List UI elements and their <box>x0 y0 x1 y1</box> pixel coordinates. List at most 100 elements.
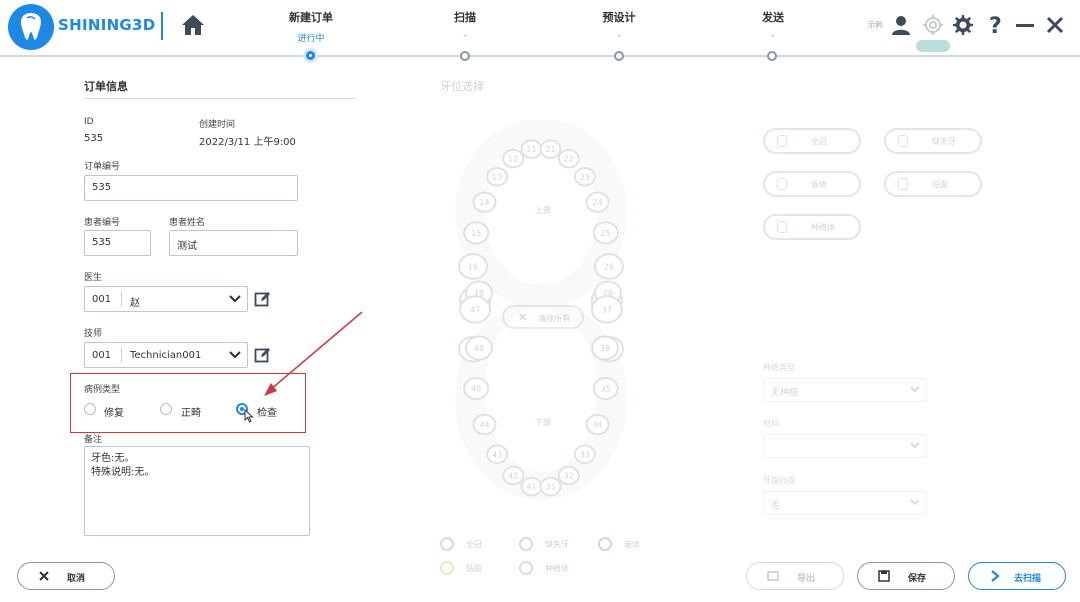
lower-tooth[interactable]: 45 <box>463 376 490 401</box>
lower-tooth[interactable]: 47 <box>459 295 492 324</box>
upper-tooth[interactable]: 24 <box>585 191 610 213</box>
lower-tooth[interactable]: 33 <box>573 444 596 465</box>
tooth-number: 16 <box>468 262 478 271</box>
cancel-button[interactable]: 取消 <box>17 562 115 590</box>
legend-swatch <box>440 537 454 551</box>
lower-tooth[interactable]: 44 <box>472 413 497 436</box>
tooth-number: 13 <box>492 173 502 182</box>
technician-select[interactable]: 001 Technician001 <box>84 342 248 368</box>
export-button[interactable]: 导出 <box>746 562 844 590</box>
select-divider <box>121 347 122 363</box>
implant-type-select[interactable]: 无种植 <box>763 378 927 402</box>
upper-tooth[interactable]: 12 <box>502 148 525 169</box>
tooth-number: 34 <box>592 421 602 430</box>
id-value: 535 <box>84 133 104 144</box>
tooth-number: 21 <box>545 145 555 154</box>
legend-label: 贴面 <box>466 564 482 573</box>
go-scan-button[interactable]: 去扫描 <box>968 562 1066 590</box>
legend-swatch <box>519 561 533 575</box>
upper-tooth[interactable]: 16 <box>458 253 489 280</box>
close-icon: ✕ <box>518 311 528 324</box>
tool-inlay-button[interactable]: 嵌体 <box>763 171 861 197</box>
help-icon[interactable]: ? <box>984 14 1006 39</box>
tooth-number: 26 <box>604 262 614 271</box>
home-icon[interactable] <box>180 12 206 38</box>
patient-no-input[interactable]: 535 <box>84 230 151 256</box>
lower-tooth[interactable]: 41 <box>520 476 543 497</box>
lower-tooth[interactable]: 38 <box>591 335 619 361</box>
material-select[interactable] <box>763 434 927 458</box>
tool-missing-tooth-button[interactable]: 缺失牙 <box>884 128 982 154</box>
upper-tooth[interactable]: 25 <box>592 221 619 245</box>
edit-doctor-icon[interactable] <box>254 291 270 307</box>
tool-label: 贴面 <box>932 180 948 189</box>
upper-tooth[interactable]: 14 <box>472 191 497 213</box>
export-label: 导出 <box>797 574 816 584</box>
tooth-number: 24 <box>592 198 602 207</box>
doctor-select[interactable]: 001 赵 <box>84 286 248 312</box>
status-pill <box>916 40 950 52</box>
tooth-number: 25 <box>601 229 611 238</box>
tool-veneer-button[interactable]: 贴面 <box>884 171 982 197</box>
tooth-number: 12 <box>508 155 518 164</box>
tool-implant-button[interactable]: 种植体 <box>763 214 861 240</box>
upper-tooth[interactable]: 23 <box>573 166 596 187</box>
annotation-arrow <box>264 311 363 396</box>
save-icon <box>878 570 890 585</box>
section-divider <box>84 98 356 99</box>
tooth-number: 32 <box>564 472 574 481</box>
lower-tooth[interactable]: 43 <box>486 444 509 465</box>
technician-label: 技师 <box>84 329 103 339</box>
step-name: 发送 <box>762 11 784 24</box>
lower-tooth[interactable]: 34 <box>585 413 610 436</box>
clear-all-label: 清除所有 <box>538 314 570 323</box>
lower-tooth[interactable]: 48 <box>465 335 493 361</box>
patient-name-input[interactable]: 测试 <box>169 230 298 256</box>
step-name: 预设计 <box>602 11 636 24</box>
gear-icon[interactable] <box>952 14 974 36</box>
clear-all-button[interactable]: ✕ 清除所有 <box>502 305 584 329</box>
user-icon[interactable] <box>890 14 912 36</box>
step-dot-new-order <box>306 51 315 60</box>
tooth-number: 47 <box>470 305 480 314</box>
legend-swatch <box>598 537 612 551</box>
lower-tooth[interactable]: 32 <box>557 465 580 486</box>
upper-tooth[interactable]: 13 <box>486 166 509 187</box>
legend-label: 缺失牙 <box>545 540 569 549</box>
legend-label: 全冠 <box>466 540 482 549</box>
tooth-icon <box>777 178 787 190</box>
select-divider <box>121 291 122 307</box>
gingiva-scan-select[interactable]: 否 <box>763 491 927 515</box>
chevron-right-icon <box>989 570 1001 585</box>
lower-tooth[interactable]: 37 <box>590 295 623 324</box>
tooth-number: 11 <box>526 145 536 154</box>
notes-label: 备注 <box>84 435 103 445</box>
minimize-icon[interactable] <box>1014 14 1036 36</box>
upper-tooth[interactable]: 22 <box>557 148 580 169</box>
id-label: ID <box>84 117 94 127</box>
chevron-down-icon <box>910 386 920 396</box>
top-bar: SHINING3D 新建订单 进行中 扫描 - 预设计 - 发送 - 示例 ? <box>0 0 1080 58</box>
target-icon[interactable] <box>922 14 944 36</box>
tool-label: 全冠 <box>811 137 827 146</box>
close-icon[interactable] <box>1044 14 1066 36</box>
progress-track <box>0 55 1080 57</box>
notes-textarea[interactable]: 牙色:无。 特殊说明:无。 <box>84 446 310 536</box>
close-icon <box>38 570 50 585</box>
upper-tooth[interactable]: 26 <box>593 253 624 280</box>
lower-tooth[interactable]: 42 <box>502 465 525 486</box>
order-no-input[interactable]: 535 <box>84 175 298 201</box>
upper-tooth[interactable]: 15 <box>463 221 490 245</box>
gingiva-scan-label: 牙龈扫描 <box>763 476 795 485</box>
lower-tooth[interactable]: 35 <box>592 376 619 401</box>
tooth-number: 35 <box>601 385 611 394</box>
tool-full-crown-button[interactable]: 全冠 <box>763 128 861 154</box>
logo-divider <box>161 12 163 40</box>
upper-tooth[interactable]: 21 <box>539 139 562 159</box>
tooth-icon <box>898 135 908 147</box>
upper-tooth[interactable]: 11 <box>520 139 543 159</box>
lower-tooth[interactable]: 31 <box>539 476 562 497</box>
patient-no-label: 患者编号 <box>84 218 121 228</box>
order-no-label: 订单编号 <box>84 162 121 172</box>
save-button[interactable]: 保存 <box>857 562 955 590</box>
